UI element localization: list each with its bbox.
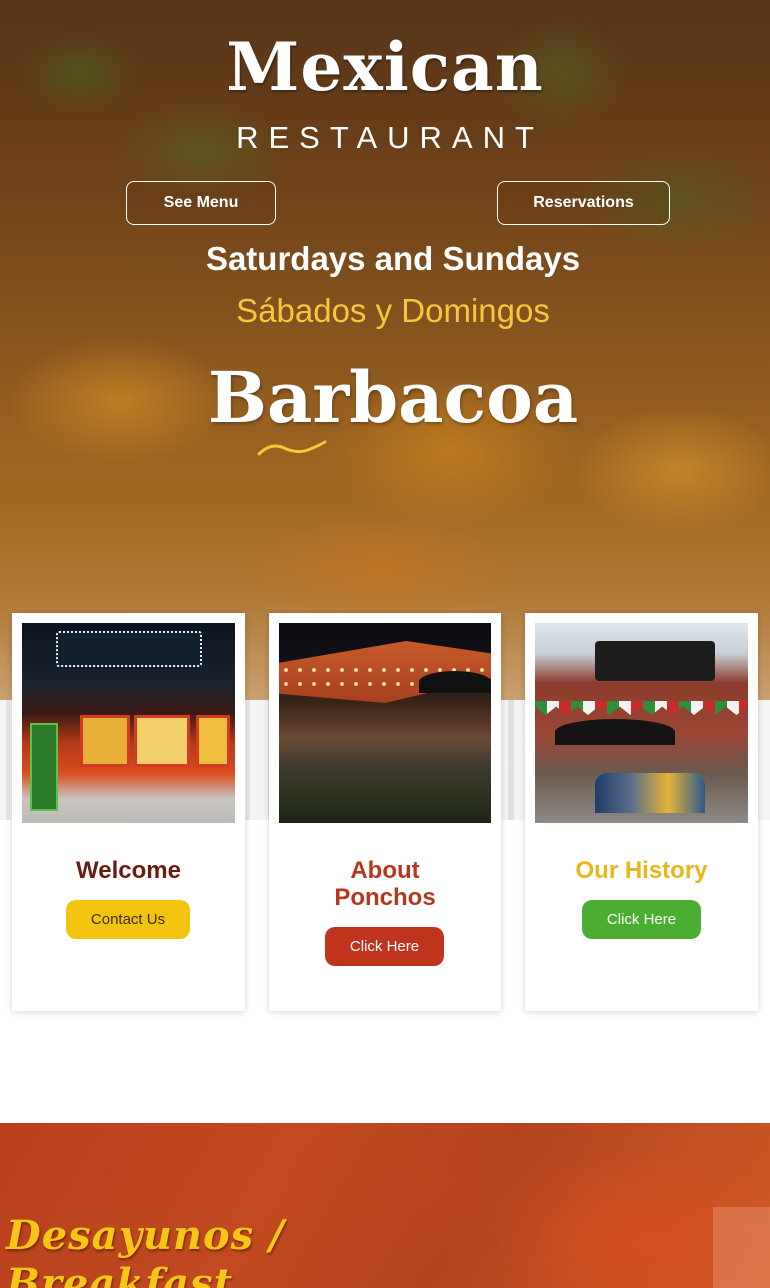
storefront-photo xyxy=(22,623,235,823)
patio-photo xyxy=(279,623,491,823)
card-welcome: Welcome Contact Us xyxy=(12,613,245,1011)
scroll-to-top-tab[interactable] xyxy=(713,1207,770,1288)
special-title: Barbacoa xyxy=(207,356,579,439)
breakfast-title: Desayunos / Breakfast xyxy=(6,1212,285,1288)
see-menu-button[interactable]: See Menu xyxy=(126,181,276,225)
about-click-here-button[interactable]: Click Here xyxy=(325,927,444,966)
squiggle-decoration-icon xyxy=(257,440,327,456)
logo-title[interactable]: Mexican xyxy=(0,28,770,106)
card-title-about: About Ponchos xyxy=(334,857,436,911)
card-about: About Ponchos Click Here xyxy=(269,613,501,1011)
card-history: Our History Click Here xyxy=(525,613,758,1011)
days-spanish: Sábados y Domingos xyxy=(236,292,550,329)
history-click-here-button[interactable]: Click Here xyxy=(582,900,701,939)
contact-us-button[interactable]: Contact Us xyxy=(66,900,190,939)
card-title-welcome: Welcome xyxy=(76,857,181,884)
reservations-button[interactable]: Reservations xyxy=(497,181,670,225)
card-title-history: Our History xyxy=(575,857,708,884)
logo-subtitle: RESTAURANT xyxy=(236,120,544,155)
exterior-photo xyxy=(535,623,748,823)
days-english: Saturdays and Sundays xyxy=(205,240,581,277)
